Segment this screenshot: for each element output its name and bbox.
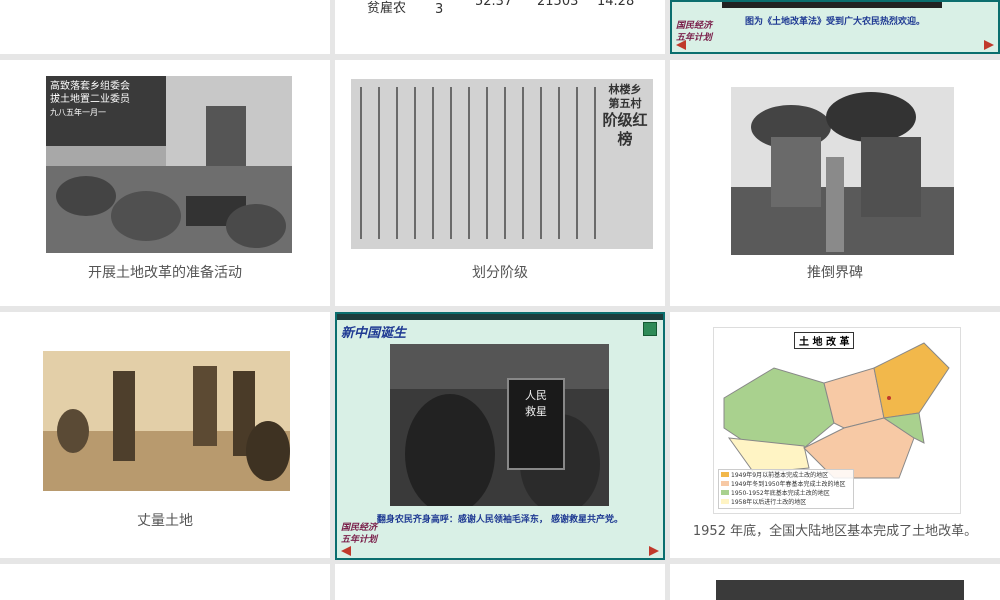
caption-land-reform-map: 1952 年底，全国大陆地区基本完成了土地改革。 <box>692 524 978 539</box>
caption-class-division: 划分阶级 <box>472 265 528 281</box>
prev-arrow-icon-2[interactable] <box>341 546 351 556</box>
slide-new-china: 新中国诞生 人民救星 翻身农民齐身高呼：感谢人民领袖毛泽东， 感谢救星共产党。 … <box>335 312 665 560</box>
region-northeast <box>873 342 950 419</box>
tile-preparation[interactable]: 高致落套乡组委会 拔土地置二业委员 九八五年一月一 开展土地改革的准备活动 <box>0 60 330 306</box>
table-cell-label: 贫雇农 <box>367 1 407 16</box>
region-west <box>723 367 835 449</box>
tile-measure-land[interactable]: 丈量土地 <box>0 312 330 558</box>
legend-item: 1958年以后进行土改的地区 <box>721 498 851 507</box>
legend-swatch <box>721 472 729 477</box>
table-cell-sub: 3 <box>435 2 444 17</box>
tile-boundary-stone[interactable]: 推倒界碑 <box>670 60 1000 306</box>
beijing-marker <box>887 396 891 400</box>
slide-title: 新中国诞生 <box>341 326 407 341</box>
next-arrow-icon-2[interactable] <box>649 546 659 556</box>
legend-item: 1949年冬到1950年春基本完成土改的地区 <box>721 480 851 489</box>
land-reform-map: 土 地 改 革 1949年9月以前基本完成土改的地区 1949年冬到1950年春… <box>713 327 961 514</box>
banner-line-1: 高致落套乡组委会 <box>50 81 130 92</box>
slide-note: 翻身农民齐身高呼：感谢人民领袖毛泽东， 感谢救星共产党。 <box>376 515 624 525</box>
legend-swatch <box>721 481 729 486</box>
tile-bottom-right <box>670 564 1000 600</box>
tile-bottom-middle <box>335 564 665 600</box>
legend-item: 1950-1952年底基本完成土改的地区 <box>721 489 851 498</box>
slide-corner-icon <box>643 322 657 336</box>
legend-label: 1950-1952年底基本完成土改的地区 <box>731 490 830 497</box>
tile-class-division[interactable]: 林楼乡 第五村 阶级红榜 划分阶级 <box>335 60 665 306</box>
placard-text: 人民救星 <box>525 389 547 418</box>
roster-banner: 林楼乡 第五村 阶级红榜 <box>601 83 649 149</box>
banner-line-2: 拔土地置二业委员 <box>50 94 130 105</box>
legend-label: 1949年9月以前基本完成土改的地区 <box>731 472 829 479</box>
photo-celebration: 人民救星 <box>390 344 609 506</box>
photo-measure-land <box>43 351 290 491</box>
photo-preparation: 高致落套乡组委会 拔土地置二业委员 九八五年一月一 <box>46 76 292 253</box>
nav-five-year-2[interactable]: 五年计划 <box>341 534 377 546</box>
slide-land-reform-law: 图为《土地改革法》受到广大农民热烈欢迎。 国民经济 五年计划 <box>670 0 1000 54</box>
caption-boundary-stone: 推倒界碑 <box>807 265 863 281</box>
tile-top-left <box>0 0 330 54</box>
banner-sign: 高致落套乡组委会 拔土地置二业委员 九八五年一月一 <box>50 80 166 119</box>
table-cell-value-3: 14.28 <box>597 0 635 9</box>
tile-table-fragment: 贫雇农 3 52.37 21503 14.28 <box>335 0 665 54</box>
slide-photo-strip <box>722 2 942 8</box>
banner-line-3: 九八五年一月一 <box>50 108 106 117</box>
table-cell-value-2: 21503 <box>537 0 579 9</box>
legend-label: 1958年以后进行土改的地区 <box>731 499 807 506</box>
photo-boundary-stone <box>731 87 954 255</box>
region-north <box>823 367 885 429</box>
legend-swatch <box>721 499 729 504</box>
legend-label: 1949年冬到1950年春基本完成土改的地区 <box>731 481 846 488</box>
roster-banner-line-1: 林楼乡 <box>608 83 642 96</box>
caption-preparation: 开展土地改革的准备活动 <box>88 265 242 281</box>
map-legend: 1949年9月以前基本完成土改的地区 1949年冬到1950年春基本完成土改的地… <box>718 469 854 509</box>
nav-economy-2[interactable]: 国民经济 <box>341 522 377 534</box>
legend-item: 1949年9月以前基本完成土改的地区 <box>721 471 851 480</box>
caption-measure-land: 丈量土地 <box>137 513 193 529</box>
legend-swatch <box>721 490 729 495</box>
nav-economy[interactable]: 国民经济 <box>676 20 712 32</box>
side-nav-2: 国民经济 五年计划 <box>341 522 377 546</box>
roster-banner-line-3: 阶级红榜 <box>602 111 648 148</box>
slide-titlebar <box>337 314 663 320</box>
photo-class-roster: 林楼乡 第五村 阶级红榜 <box>351 79 653 249</box>
slide-caption: 图为《土地改革法》受到广大农民热烈欢迎。 <box>744 17 925 27</box>
prev-arrow-icon[interactable] <box>676 40 686 50</box>
tile-land-reform-map[interactable]: 土 地 改 革 1949年9月以前基本完成土改的地区 1949年冬到1950年春… <box>670 312 1000 558</box>
next-arrow-icon[interactable] <box>984 40 994 50</box>
tile-bottom-left <box>0 564 330 600</box>
roster-banner-line-2: 第五村 <box>608 97 642 110</box>
photo-bottom-right <box>716 580 964 600</box>
table-cell-value-1: 52.37 <box>475 0 513 9</box>
